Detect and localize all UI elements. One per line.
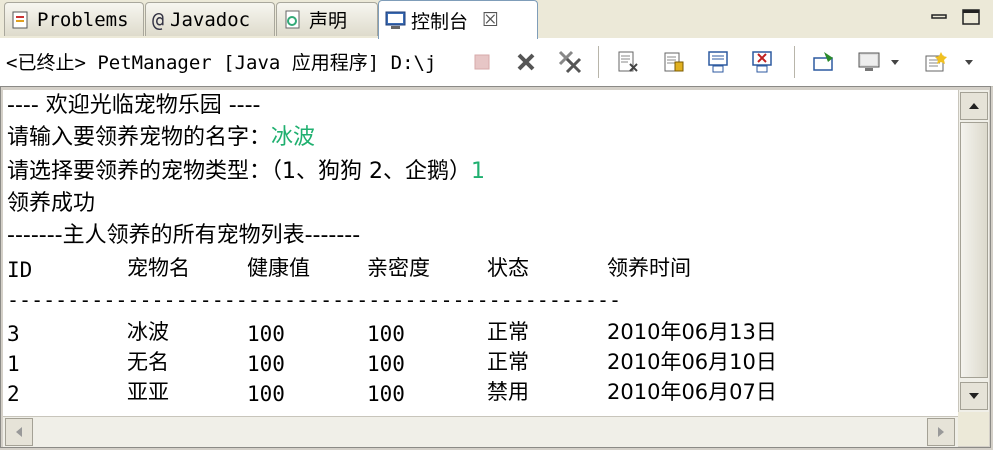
tab-javadoc[interactable]: @ Javadoc xyxy=(145,2,275,36)
table-cell: 3 xyxy=(7,322,20,346)
table-cell: 冰波 xyxy=(127,320,169,344)
remove-all-terminated-icon[interactable] xyxy=(556,48,584,76)
console-prompt-type-line: 请选择要领养的宠物类型：（1、狗狗 2、企鹅）1 xyxy=(7,160,485,184)
open-console-icon[interactable] xyxy=(922,48,950,76)
table-cell: 无名 xyxy=(127,350,169,374)
horizontal-scrollbar[interactable] xyxy=(3,416,958,447)
header-cell: 领养时间 xyxy=(607,256,691,280)
table-cell: 100 xyxy=(367,352,405,376)
table-cell: 2010年06月10日 xyxy=(607,350,777,374)
remove-launch-icon[interactable] xyxy=(512,48,540,76)
chevron-down-icon[interactable] xyxy=(886,48,904,76)
console-output[interactable]: ---- 欢迎光临宠物乐园 ---- 请输入要领养宠物的名字：冰波 请选择要领养… xyxy=(3,90,958,416)
vertical-scrollbar[interactable] xyxy=(958,90,989,412)
scrollbar-corner xyxy=(958,412,989,446)
table-cell: 100 xyxy=(247,352,285,376)
display-console-icon[interactable] xyxy=(856,48,884,76)
scroll-left-button[interactable] xyxy=(5,418,33,446)
show-on-error-icon[interactable] xyxy=(750,48,778,76)
table-cell: 正常 xyxy=(487,350,529,374)
table-cell: 100 xyxy=(247,382,285,406)
console-toolbar: <已终止> PetManager [Java 应用程序] D:\j xyxy=(0,38,993,87)
toolbar-separator xyxy=(598,46,599,78)
chevron-down-icon[interactable] xyxy=(960,48,978,76)
header-cell: 亲密度 xyxy=(367,256,430,280)
header-cell: 状态 xyxy=(487,256,529,280)
header-cell: 宠物名 xyxy=(127,256,190,280)
scroll-lock-icon[interactable] xyxy=(660,48,688,76)
vertical-scroll-thumb[interactable] xyxy=(960,122,988,378)
declaration-icon xyxy=(283,10,303,30)
scroll-up-button[interactable] xyxy=(960,92,988,120)
pin-console-icon[interactable] xyxy=(810,48,838,76)
console-welcome-line: ---- 欢迎光临宠物乐园 ---- xyxy=(7,93,261,118)
tab-problems[interactable]: Problems xyxy=(4,2,144,36)
show-on-output-icon[interactable] xyxy=(706,48,734,76)
table-cell: 100 xyxy=(367,322,405,346)
scroll-down-button[interactable] xyxy=(960,382,988,410)
table-divider: ----------------------------------------… xyxy=(7,288,622,312)
clear-console-icon[interactable] xyxy=(614,48,642,76)
tab-label: 控制台 xyxy=(411,10,469,33)
maximize-button[interactable] xyxy=(960,6,982,28)
scroll-right-button[interactable] xyxy=(927,418,955,446)
table-cell: 2010年06月13日 xyxy=(607,320,777,344)
view-tab-bar: Problems @ Javadoc 声明 控制台 ☒ xyxy=(0,0,993,39)
table-cell: 亚亚 xyxy=(127,380,169,404)
table-cell: 2010年06月07日 xyxy=(607,380,777,404)
console-success-line: 领养成功 xyxy=(7,191,96,216)
console-prompt-name-line: 请输入要领养宠物的名字：冰波 xyxy=(7,126,315,150)
table-cell: 2 xyxy=(7,382,20,406)
table-cell: 100 xyxy=(247,322,285,346)
user-input-text: 1 xyxy=(471,159,485,184)
tab-label: Javadoc xyxy=(170,8,251,31)
table-cell: 100 xyxy=(367,382,405,406)
minimize-button[interactable] xyxy=(928,6,950,28)
user-input-text: 冰波 xyxy=(271,125,316,150)
tab-declaration[interactable]: 声明 xyxy=(276,2,378,36)
table-cell: 正常 xyxy=(487,320,529,344)
console-icon xyxy=(385,10,406,30)
header-cell: ID xyxy=(7,258,33,282)
header-cell: 健康值 xyxy=(247,256,310,280)
problems-icon xyxy=(11,10,31,30)
terminate-icon[interactable] xyxy=(468,48,496,76)
console-list-title: -------主人领养的所有宠物列表------- xyxy=(7,223,361,248)
at-icon: @ xyxy=(152,7,165,32)
tab-label: 声明 xyxy=(309,10,348,32)
tab-console[interactable]: 控制台 ☒ xyxy=(378,0,538,39)
table-cell: 1 xyxy=(7,352,20,376)
process-label: <已终止> PetManager [Java 应用程序] D:\j xyxy=(6,52,437,74)
prompt-text: 请输入要领养宠物的名字： xyxy=(7,125,272,150)
table-cell: 禁用 xyxy=(487,380,529,404)
close-icon[interactable]: ☒ xyxy=(482,9,499,31)
tab-label: Problems xyxy=(37,8,129,31)
prompt-text: 请选择要领养的宠物类型：（1、狗狗 2、企鹅） xyxy=(7,159,471,184)
toolbar-separator xyxy=(794,46,795,78)
